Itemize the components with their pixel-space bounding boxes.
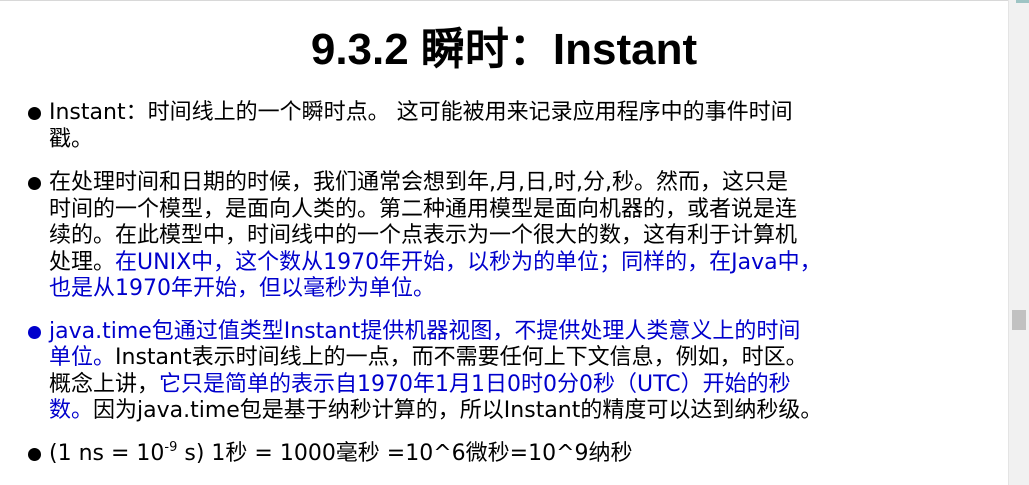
vertical-scrollbar[interactable] bbox=[1008, 0, 1029, 485]
scrollbar-thumb[interactable] bbox=[1012, 310, 1026, 330]
bullet-text: 处理。 bbox=[49, 249, 116, 275]
bullet-dot-icon bbox=[28, 107, 41, 120]
bullet-text: (1 ns = 10 bbox=[49, 440, 165, 466]
slide: 9.3.2 瞬时：Instant Instant：时间线上的一个瞬时点。 这可能… bbox=[0, 0, 1008, 485]
bullet-text: s) 1秒 = 1000毫秒 =10^6微秒=10^9纳秒 bbox=[177, 440, 633, 466]
slide-title: 9.3.2 瞬时：Instant bbox=[310, 25, 698, 74]
top-edge-marker bbox=[1016, 0, 1029, 3]
bullet-item-time-models: 在处理时间和日期的时候，我们通常会想到年,月,日,时,分,秒。然而，这只是 时间… bbox=[28, 170, 948, 303]
bullet-text: 时间的一个模型，是面向人类的。第二种通用模型是面向机器的，或者说是连 bbox=[49, 196, 798, 222]
bullet-item-java-time-instant: java.time包通过值类型Instant提供机器视图，不提供处理人类意义上的… bbox=[28, 319, 948, 425]
highlighted-text: java.time包通过值类型Instant提供机器视图，不提供处理人类意义上的… bbox=[49, 318, 801, 344]
highlighted-text: 数。 bbox=[49, 398, 94, 423]
bullet-text: Instant表示时间线上的一点，而不需要任何上下文信息，例如，时区。 bbox=[115, 345, 808, 370]
highlighted-text: 也是从1970年开始，但以毫秒为单位。 bbox=[49, 276, 435, 301]
bullet-dot-icon bbox=[28, 447, 41, 461]
highlighted-text: 它只是简单的表示自1970年1月1日0时0分0秒（UTC）开始的秒 bbox=[159, 371, 791, 397]
bullet-text: 续的。在此模型中，时间线中的一个点表示为一个很大的数，这有利于计算机 bbox=[49, 223, 798, 248]
highlighted-text: 单位。 bbox=[49, 345, 116, 370]
bullet-item-instant-definition: Instant：时间线上的一个瞬时点。 这可能被用来记录应用程序中的事件时间 戳… bbox=[28, 100, 948, 153]
bullet-list: Instant：时间线上的一个瞬时点。 这可能被用来记录应用程序中的事件时间 戳… bbox=[28, 100, 948, 467]
highlighted-text: 在UNIX中，这个数从1970年开始，以秒为的单位；同样的，在Java中， bbox=[115, 249, 822, 275]
bullet-dot-icon bbox=[28, 325, 41, 339]
bullet-text: 因为java.time包是基于纳秒计算的，所以Instant的精度可以达到纳秒级… bbox=[93, 398, 823, 423]
bullet-dot-icon bbox=[28, 177, 41, 190]
bullet-text: 戳。 bbox=[49, 126, 94, 152]
bullet-text: 概念上讲， bbox=[49, 371, 160, 397]
bullet-item-nanosecond-note: (1 ns = 10-9 s) 1秒 = 1000毫秒 =10^6微秒=10^9… bbox=[28, 441, 948, 468]
top-border-line bbox=[0, 0, 1008, 1]
exponent-text: -9 bbox=[164, 439, 178, 455]
bullet-text: Instant：时间线上的一个瞬时点。 这可能被用来记录应用程序中的事件时间 bbox=[49, 100, 793, 125]
bullet-text: 在处理时间和日期的时候，我们通常会想到年,月,日,时,分,秒。然而，这只是 bbox=[49, 170, 788, 195]
